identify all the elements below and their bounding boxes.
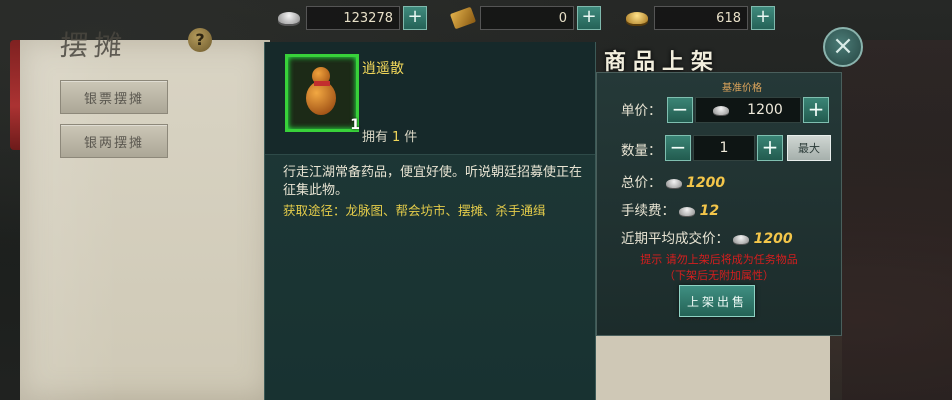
silver-ingot-icon bbox=[713, 105, 730, 115]
listing-warning-line1: 提示 请勿上架后将成为任务物品 bbox=[640, 253, 798, 266]
owned-count: 1 bbox=[392, 130, 401, 145]
currency-silver: 123278 + bbox=[278, 6, 427, 30]
stall-background-panel-right bbox=[590, 330, 830, 400]
currency-value: 0 bbox=[480, 6, 574, 30]
fee-label: 手续费： bbox=[621, 203, 675, 219]
quantity-input[interactable]: 1 bbox=[693, 135, 755, 161]
fee-row: 手续费： 12 bbox=[621, 199, 719, 219]
silver-ingot-icon bbox=[733, 234, 750, 244]
item-source: 获取途径：龙脉图、帮会坊市、摆摊、杀手通缉 bbox=[283, 203, 546, 218]
gourd-icon bbox=[306, 63, 336, 119]
ticket-icon bbox=[449, 6, 477, 30]
add-silver-button[interactable]: + bbox=[403, 6, 427, 30]
listing-panel: 基准价格 单价： − 1200 + 数量： − 1 + 最大 总价： 1200 … bbox=[596, 72, 842, 336]
unit-price-label: 单价： bbox=[621, 103, 662, 119]
stall-title: 摆摊 bbox=[58, 29, 130, 62]
quantity-decrease-button[interactable]: − bbox=[665, 135, 691, 161]
add-ticket-button[interactable]: + bbox=[577, 6, 601, 30]
item-detail-panel: 1 逍遥散 拥有 1 件 行走江湖常备药品，便宜好使。听说朝廷招募使正在征集此物。 … bbox=[264, 42, 596, 400]
silver-ingot-icon bbox=[679, 206, 696, 216]
max-quantity-button[interactable]: 最大 bbox=[787, 135, 831, 161]
gold-ingot-icon bbox=[626, 12, 648, 24]
add-gold-button[interactable]: + bbox=[751, 6, 775, 30]
item-icon-slot[interactable]: 1 bbox=[285, 54, 360, 133]
average-price-row: 近期平均成交价： 1200 bbox=[621, 227, 793, 247]
total-price-value: 1200 bbox=[686, 175, 726, 191]
quantity-increase-button[interactable]: + bbox=[757, 135, 783, 161]
reference-price-label: 基准价格 bbox=[722, 83, 762, 94]
item-name: 逍遥散 bbox=[362, 61, 404, 77]
silver-stall-button[interactable]: 银两摆摊 bbox=[60, 124, 168, 158]
currency-value: 618 bbox=[654, 6, 748, 30]
listing-warning-line2: （下架后无附加属性） bbox=[664, 269, 774, 282]
unit-price-increase-button[interactable]: + bbox=[803, 97, 829, 123]
average-price-value: 1200 bbox=[753, 231, 793, 247]
unit-price-input[interactable]: 1200 bbox=[695, 97, 801, 123]
unit-price-value: 1200 bbox=[747, 102, 783, 118]
currency-value: 123278 bbox=[306, 6, 400, 30]
quantity-label: 数量： bbox=[621, 143, 662, 159]
total-price-row: 总价： 1200 bbox=[621, 171, 725, 191]
item-count-badge: 1 bbox=[350, 117, 360, 133]
item-description: 行走江湖常备药品，便宜好使。听说朝廷招募使正在征集此物。 bbox=[283, 165, 583, 198]
average-price-label: 近期平均成交价： bbox=[621, 231, 729, 247]
close-button[interactable]: × bbox=[823, 27, 863, 67]
fee-value: 12 bbox=[699, 203, 720, 219]
background-decoration bbox=[842, 40, 952, 400]
unit-price-decrease-button[interactable]: − bbox=[667, 97, 693, 123]
owned-quantity: 拥有 1 件 bbox=[362, 126, 417, 145]
owned-label-suffix: 件 bbox=[404, 130, 418, 145]
total-price-label: 总价： bbox=[621, 175, 662, 191]
item-header: 1 逍遥散 拥有 1 件 bbox=[265, 42, 595, 155]
currency-gold: 618 + bbox=[626, 6, 775, 30]
help-icon[interactable]: ? bbox=[188, 28, 212, 52]
silver-ingot-icon bbox=[278, 12, 300, 24]
currency-ticket: 0 + bbox=[449, 6, 601, 30]
silver-ingot-icon bbox=[665, 178, 682, 188]
owned-label-prefix: 拥有 bbox=[362, 130, 389, 145]
silver-note-stall-button[interactable]: 银票摆摊 bbox=[60, 80, 168, 114]
list-for-sale-button[interactable]: 上架出售 bbox=[679, 285, 755, 317]
